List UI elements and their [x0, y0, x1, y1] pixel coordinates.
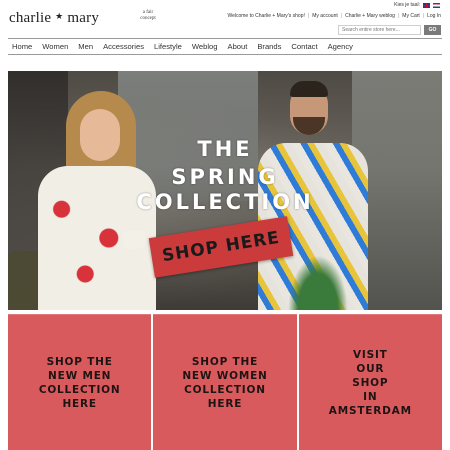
hero-title-line-3: COLLECTION — [136, 190, 314, 214]
separator: | — [422, 13, 425, 19]
plant — [283, 246, 353, 310]
star-icon: ★ — [55, 11, 64, 21]
language-label: Kies je taal: — [394, 2, 420, 8]
promo-tile-visit-shop-text: VISIT OUR SHOP IN AMSTERDAM — [328, 348, 412, 417]
separator: | — [397, 13, 400, 19]
search-input[interactable] — [338, 25, 421, 35]
man-hair — [290, 81, 328, 97]
weblog-link[interactable]: Charlie + Mary weblog — [345, 13, 395, 19]
uk-flag-icon[interactable] — [423, 2, 430, 8]
top-links: Welcome to Charlie + Mary's shop! | My a… — [227, 13, 441, 19]
nav-item-lifestyle[interactable]: Lifestyle — [149, 42, 187, 51]
nav-item-home[interactable]: Home — [8, 42, 37, 51]
separator: | — [307, 13, 310, 19]
nav-item-accessories[interactable]: Accessories — [98, 42, 149, 51]
logo-text: charlie — [9, 10, 52, 26]
logo[interactable]: charlie ★ mary — [9, 10, 99, 27]
nav-item-brands[interactable]: Brands — [252, 42, 286, 51]
my-account-link[interactable]: My account — [312, 13, 338, 19]
promo-tile-men-text: SHOP THE NEW MEN COLLECTION HERE — [38, 355, 121, 410]
nav-item-weblog[interactable]: Weblog — [187, 42, 223, 51]
log-in-link[interactable]: Log In — [427, 13, 441, 19]
tagline: a fair concept — [140, 10, 156, 21]
man-beard — [293, 117, 325, 135]
nav-item-women[interactable]: Women — [37, 42, 73, 51]
promo-tiles: SHOP THE NEW MEN COLLECTION HERE SHOP TH… — [8, 314, 442, 450]
nl-flag-icon[interactable] — [433, 2, 440, 8]
hero-title-line-2: SPRING — [171, 165, 279, 189]
hero-title-line-1: THE — [197, 137, 253, 161]
promo-tile-women-text: SHOP THE NEW WOMEN COLLECTION HERE — [182, 355, 268, 410]
main-nav: Home Women Men Accessories Lifestyle Web… — [8, 38, 442, 55]
nav-item-agency[interactable]: Agency — [323, 42, 358, 51]
my-cart-link[interactable]: My Cart — [402, 13, 420, 19]
welcome-text: Welcome to Charlie + Mary's shop! — [227, 13, 305, 19]
search-go-button[interactable]: GO — [424, 25, 441, 35]
coffee-cup — [123, 231, 145, 249]
language-selector: Kies je taal: — [394, 2, 440, 8]
nav-item-about[interactable]: About — [223, 42, 253, 51]
nav-item-men[interactable]: Men — [73, 42, 98, 51]
separator: | — [340, 13, 343, 19]
promo-tile-women[interactable]: SHOP THE NEW WOMEN COLLECTION HERE — [153, 314, 297, 450]
promo-tile-men[interactable]: SHOP THE NEW MEN COLLECTION HERE — [8, 314, 152, 450]
top-bar: charlie ★ mary a fair concept Kies je ta… — [0, 0, 450, 38]
logo-text-2: mary — [67, 10, 100, 26]
hero-banner[interactable]: THE SPRING COLLECTION SHOP HERE — [8, 71, 442, 310]
search-form: GO — [338, 25, 441, 35]
nav-item-contact[interactable]: Contact — [286, 42, 322, 51]
promo-tile-visit-shop[interactable]: VISIT OUR SHOP IN AMSTERDAM — [298, 314, 442, 450]
